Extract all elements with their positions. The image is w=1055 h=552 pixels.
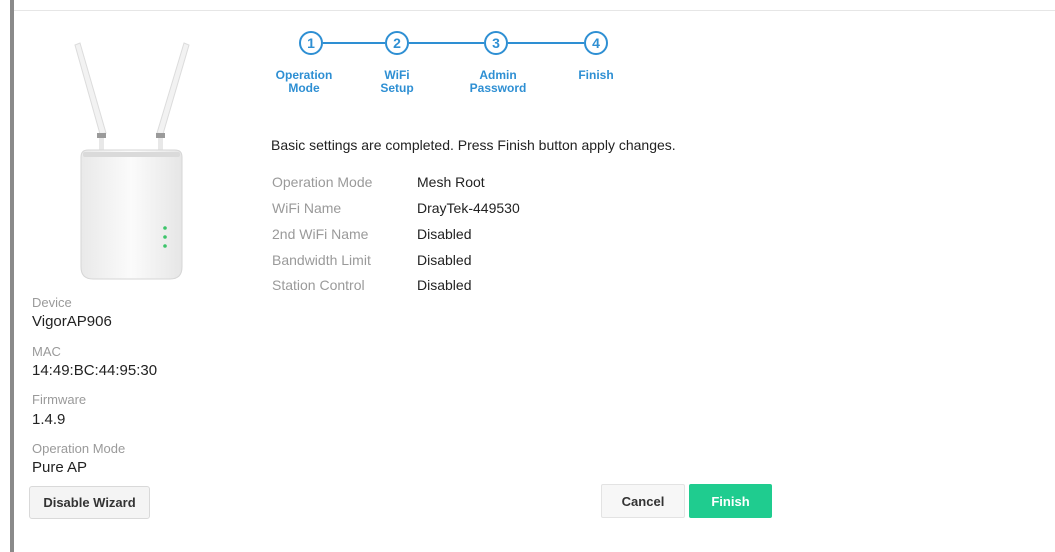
operation-mode-label: Operation Mode	[32, 441, 126, 456]
summary-row: 2nd WiFi Name Disabled	[272, 226, 471, 242]
summary-row: Operation Mode Mesh Root	[272, 174, 485, 190]
summary-key: Bandwidth Limit	[272, 252, 371, 268]
step-3-label-line2: Password	[469, 81, 527, 95]
summary-row: WiFi Name DrayTek-449530	[272, 200, 520, 216]
device-value: VigorAP906	[32, 313, 112, 330]
step-connector	[323, 42, 385, 44]
summary-row: Bandwidth Limit Disabled	[272, 252, 471, 268]
summary-key: 2nd WiFi Name	[272, 226, 369, 242]
summary-message: Basic settings are completed. Press Fini…	[271, 137, 676, 153]
summary-value: DrayTek-449530	[417, 200, 520, 216]
summary-value: Disabled	[417, 226, 472, 242]
step-3-circle[interactable]: 3	[484, 31, 508, 55]
summary-row: Station Control Disabled	[272, 277, 471, 293]
step-1-circle[interactable]: 1	[299, 31, 323, 55]
access-point-device-icon	[55, 35, 205, 285]
finish-button[interactable]: Finish	[689, 484, 772, 518]
cancel-button[interactable]: Cancel	[601, 484, 685, 518]
step-4-label: Finish	[551, 69, 641, 82]
mac-value: 14:49:BC:44:95:30	[32, 362, 158, 379]
summary-value: Disabled	[417, 252, 472, 268]
device-label: Device	[32, 295, 72, 310]
step-4-circle[interactable]: 4	[584, 31, 608, 55]
step-connector	[508, 42, 584, 44]
summary-key: Station Control	[272, 277, 365, 293]
mac-label: MAC	[32, 344, 61, 359]
operation-mode-value: Pure AP	[32, 459, 88, 476]
disable-wizard-button[interactable]: Disable Wizard	[29, 486, 150, 519]
step-3-label: Admin Password	[453, 69, 543, 95]
summary-key: Operation Mode	[272, 174, 373, 190]
firmware-value: 1.4.9	[32, 411, 66, 428]
summary-value: Mesh Root	[417, 174, 485, 190]
step-2-label: WiFi Setup	[352, 69, 442, 95]
firmware-label: Firmware	[32, 392, 87, 407]
step-2-circle[interactable]: 2	[385, 31, 409, 55]
step-1-label-line2: Mode	[288, 81, 320, 95]
step-1-label: Operation Mode	[259, 69, 349, 95]
step-connector	[409, 42, 484, 44]
step-2-label-line2: Setup	[380, 81, 414, 95]
summary-key: WiFi Name	[272, 200, 342, 216]
step-4-label-line1: Finish	[578, 68, 614, 82]
summary-value: Disabled	[417, 277, 472, 293]
